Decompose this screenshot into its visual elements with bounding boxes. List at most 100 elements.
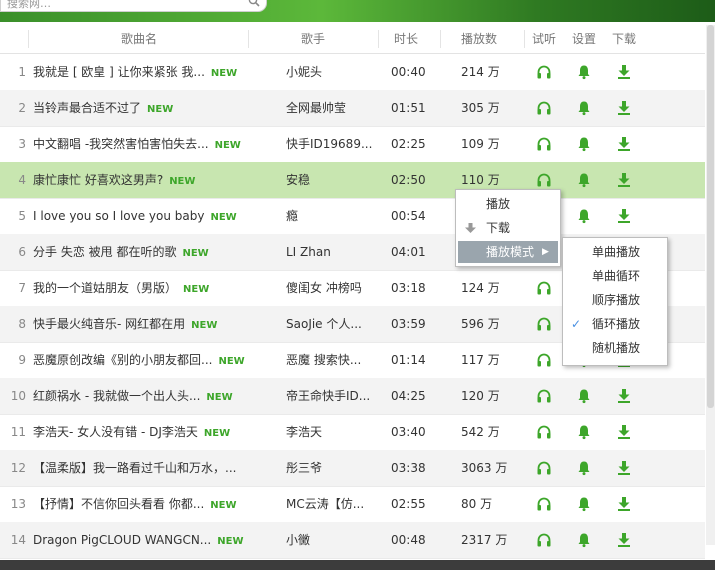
song-duration: 03:38	[391, 461, 426, 475]
singer-name[interactable]: 小妮头	[286, 54, 372, 90]
scrollbar[interactable]	[706, 25, 715, 545]
table-row[interactable]: 4 康忙康忙 好喜欢这男声? NEW 安稳 02:50 110 万	[0, 162, 705, 199]
headphones-icon[interactable]	[536, 496, 552, 512]
table-row[interactable]: 14 Dragon PigCLOUD WANGCN... NEW 小黴 00:48 231…	[0, 522, 705, 559]
headphones-icon[interactable]	[536, 460, 552, 476]
song-title[interactable]: 康忙康忙 好喜欢这男声? NEW	[33, 162, 273, 198]
bell-icon[interactable]	[576, 496, 592, 512]
header-divider	[28, 30, 29, 48]
play-mode-option[interactable]: 随机播放	[563, 337, 667, 359]
singer-name[interactable]: 小黴	[286, 522, 372, 558]
context-menu-download[interactable]: 下载	[456, 217, 560, 239]
song-title[interactable]: 当铃声最合适不过了 NEW	[33, 90, 273, 126]
song-title[interactable]: 快手最火纯音乐- 网红都在用 NEW	[33, 306, 273, 342]
headphones-icon[interactable]	[536, 424, 552, 440]
bell-icon[interactable]	[576, 64, 592, 80]
new-badge: NEW	[169, 176, 196, 187]
song-title[interactable]: 我就是 [ 欧皇 ] 让你来紧张 我... NEW	[33, 54, 273, 90]
table-row[interactable]: 10 红颜祸水 - 我就做一个出人头... NEW 帝王命快手ID... 04:25 12…	[0, 378, 705, 415]
headphones-icon[interactable]	[536, 280, 552, 296]
song-title[interactable]: 红颜祸水 - 我就做一个出人头... NEW	[33, 378, 273, 414]
download-icon[interactable]	[616, 100, 632, 116]
search-box[interactable]: 搜索网…	[0, 0, 267, 12]
play-mode-option[interactable]: ✓ 循环播放	[563, 313, 667, 335]
song-duration: 02:50	[391, 173, 426, 187]
song-duration: 04:25	[391, 389, 426, 403]
song-title[interactable]: 分手 失恋 被甩 都在听的歌 NEW	[33, 234, 273, 270]
singer-name[interactable]: 安稳	[286, 162, 372, 198]
header-duration[interactable]: 时长	[394, 25, 418, 53]
header-plays[interactable]: 播放数	[461, 25, 497, 53]
singer-name[interactable]: 快手ID19689...	[286, 126, 372, 162]
song-title[interactable]: 【温柔版】我一路看过千山和万水，...	[33, 450, 273, 486]
play-mode-option[interactable]: 单曲播放	[563, 241, 667, 263]
context-menu-play[interactable]: 播放	[456, 193, 560, 215]
header-listen: 试听	[532, 32, 557, 46]
table-row[interactable]: 5 I love you so I love you baby NEW 瘾 00:54	[0, 198, 705, 235]
table-row[interactable]: 12 【温柔版】我一路看过千山和万水，... 彤三爷 03:38 3063 万	[0, 450, 705, 487]
song-duration: 03:40	[391, 425, 426, 439]
scrollbar-thumb[interactable]	[707, 25, 714, 408]
download-icon[interactable]	[616, 136, 632, 152]
singer-name[interactable]: 傻闺女 冲榜吗	[286, 270, 372, 306]
bell-icon[interactable]	[576, 532, 592, 548]
bell-icon[interactable]	[576, 100, 592, 116]
download-icon[interactable]	[616, 532, 632, 548]
headphones-icon[interactable]	[536, 64, 552, 80]
headphones-icon[interactable]	[536, 388, 552, 404]
new-badge: NEW	[203, 428, 231, 439]
song-title[interactable]: 我的一个道姑朋友（男版） NEW	[33, 270, 273, 306]
singer-name[interactable]: 瘾	[286, 198, 372, 234]
singer-name[interactable]: 恶魔 搜索快...	[286, 342, 372, 378]
song-title[interactable]: 中文翻唱 -我突然害怕害怕失去... NEW	[33, 126, 273, 162]
download-icon[interactable]	[616, 172, 632, 188]
headphones-icon[interactable]	[536, 172, 552, 188]
song-title[interactable]: 恶魔原创改编《别的小朋友都回... NEW	[33, 342, 273, 378]
bell-icon[interactable]	[576, 460, 592, 476]
song-title[interactable]: Dragon PigCLOUD WANGCN... NEW	[33, 522, 273, 558]
table-row[interactable]: 2 当铃声最合适不过了 NEW 全网最帅莹 01:51 305 万	[0, 90, 705, 127]
header-singer[interactable]: 歌手	[301, 25, 325, 53]
singer-name[interactable]: MC云涛【仿...	[286, 486, 372, 522]
song-title-text: 红颜祸水 - 我就做一个出人头...	[33, 389, 201, 403]
singer-name[interactable]: 帝王命快手ID...	[286, 378, 372, 414]
bell-icon[interactable]	[576, 208, 592, 224]
bell-icon[interactable]	[576, 424, 592, 440]
download-icon[interactable]	[616, 64, 632, 80]
singer-name[interactable]: 全网最帅莹	[286, 90, 372, 126]
bell-icon[interactable]	[576, 172, 592, 188]
download-icon[interactable]	[616, 388, 632, 404]
bell-icon[interactable]	[576, 136, 592, 152]
headphones-icon[interactable]	[536, 136, 552, 152]
table-row[interactable]: 3 中文翻唱 -我突然害怕害怕失去... NEW 快手ID19689... 02:25 1…	[0, 126, 705, 163]
song-title-text: 快手最火纯音乐- 网红都在用	[33, 317, 186, 331]
song-title[interactable]: I love you so I love you baby NEW	[33, 198, 273, 234]
singer-name[interactable]: 李浩天	[286, 414, 372, 450]
download-icon[interactable]	[616, 460, 632, 476]
play-mode-option[interactable]: 单曲循环	[563, 265, 667, 287]
song-title[interactable]: 【抒情】不信你回头看看 你都... NEW	[33, 486, 273, 522]
search-icon[interactable]	[248, 0, 260, 7]
download-icon[interactable]	[616, 424, 632, 440]
singer-name[interactable]: 彤三爷	[286, 450, 372, 486]
song-title[interactable]: 李浩天- 女人没有错 - DJ李浩天 NEW	[33, 414, 273, 450]
table-row[interactable]: 1 我就是 [ 欧皇 ] 让你来紧张 我... NEW 小妮头 00:40 214 万	[0, 54, 705, 91]
download-icon[interactable]	[616, 496, 632, 512]
download-icon[interactable]	[616, 208, 632, 224]
table-row[interactable]: 11 李浩天- 女人没有错 - DJ李浩天 NEW 李浩天 03:40 542 万	[0, 414, 705, 451]
singer-name[interactable]: SaoJie 个人...	[286, 306, 372, 342]
singer-name[interactable]: LI Zhan	[286, 234, 372, 270]
header-song[interactable]: 歌曲名	[121, 25, 157, 53]
headphones-icon[interactable]	[536, 352, 552, 368]
play-mode-option[interactable]: 顺序播放	[563, 289, 667, 311]
bell-icon[interactable]	[576, 388, 592, 404]
song-duration: 03:18	[391, 281, 426, 295]
headphones-icon[interactable]	[536, 532, 552, 548]
headphones-icon[interactable]	[536, 316, 552, 332]
context-menu-play-mode[interactable]: 播放模式 ▶	[458, 241, 558, 263]
table-row[interactable]: 13 【抒情】不信你回头看看 你都... NEW MC云涛【仿... 02:55 80 万	[0, 486, 705, 523]
headphones-icon[interactable]	[536, 100, 552, 116]
play-mode-submenu: 单曲播放 单曲循环 顺序播放 ✓ 循环播放 随机播放	[562, 237, 668, 366]
song-title-text: 恶魔原创改编《别的小朋友都回...	[33, 353, 213, 367]
row-number: 13	[10, 497, 26, 511]
